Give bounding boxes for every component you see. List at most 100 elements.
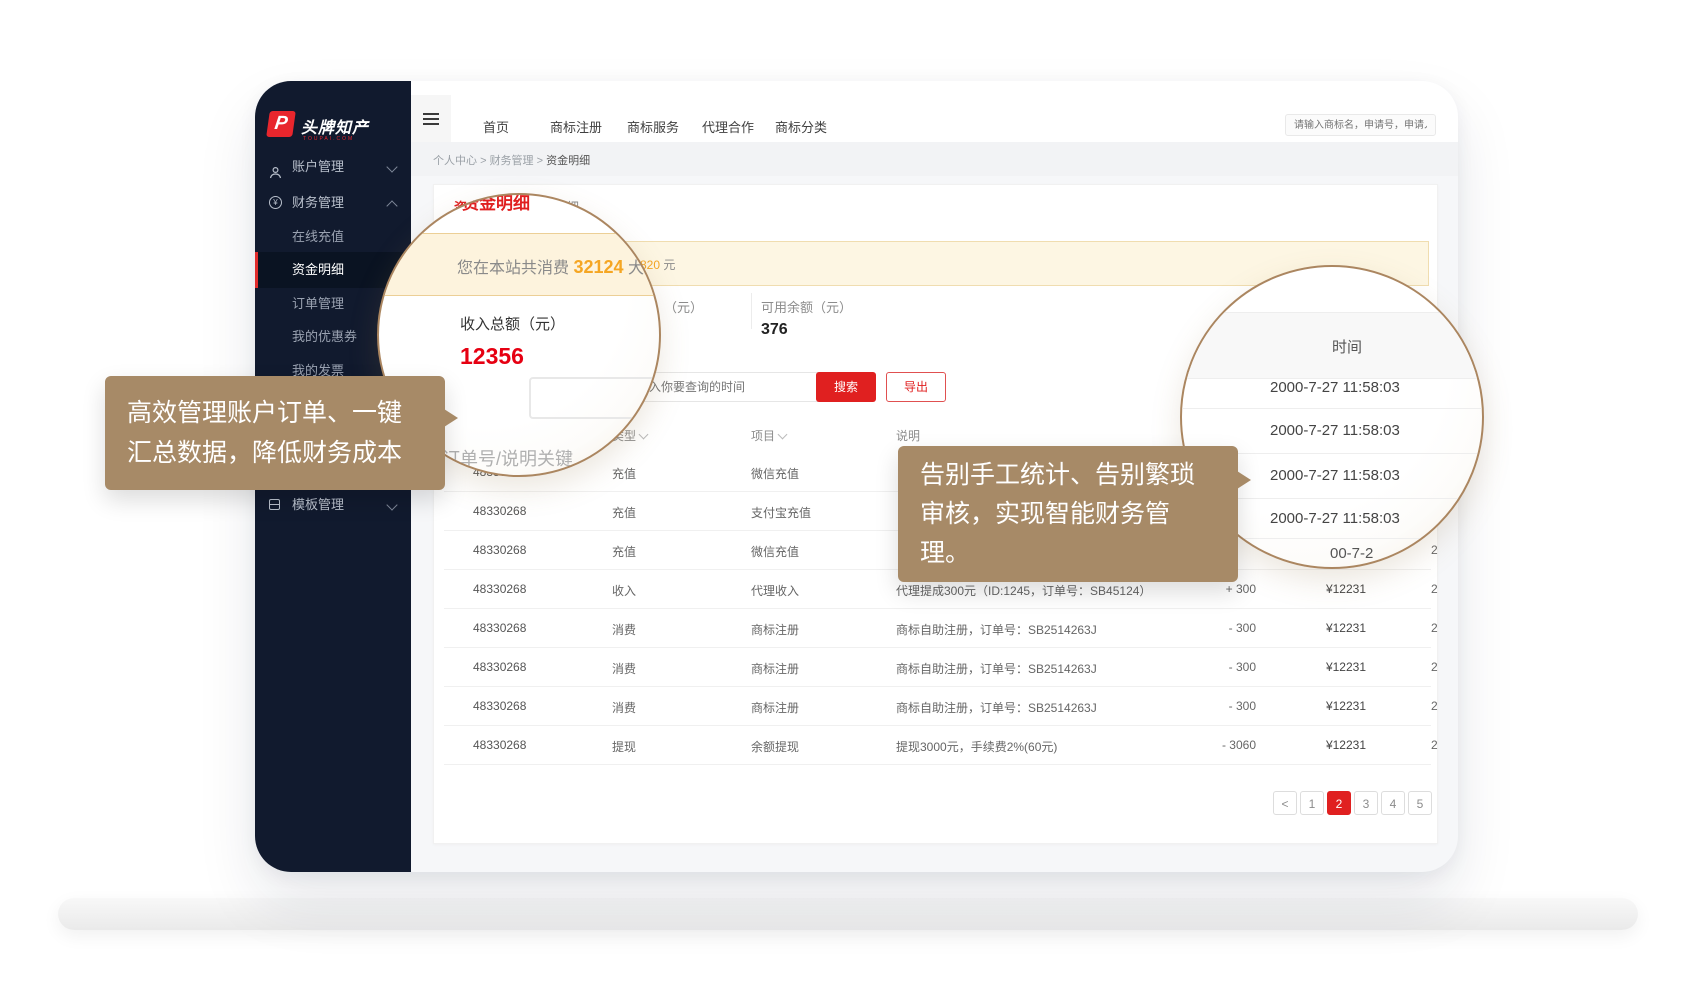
cell-time-cut: 2	[1431, 543, 1438, 557]
cell-order: 48330268	[473, 699, 526, 713]
nav-item-tm-register[interactable]: 商标注册	[550, 117, 602, 136]
breadcrumb-bar: 个人中心 > 财务管理 > 资金明细	[411, 142, 1458, 176]
column-header-desc: 说明	[896, 427, 920, 444]
cell-desc: 商标自助注册，订单号：SB2514263J	[896, 660, 1097, 677]
lens-row-divider	[1182, 408, 1482, 409]
lens-banner-band: 您在本站共消费 32124 大	[377, 233, 661, 296]
breadcrumb-current: 资金明细	[546, 155, 590, 167]
cell-order: 48330268	[473, 621, 526, 635]
sidebar-item-account[interactable]: 账户管理	[255, 152, 411, 182]
cell-balance: ¥12231	[1266, 621, 1366, 635]
callout-left: 高效管理账户订单、一键 汇总数据，降低财务成本	[105, 376, 445, 490]
cell-project: 微信充值	[751, 465, 799, 482]
lens-time-row: 2000-7-27 11:58:03	[1270, 510, 1400, 527]
trademark-search-input[interactable]	[1285, 114, 1436, 136]
cell-order: 48330268	[473, 660, 526, 674]
pagination-page-3[interactable]: 3	[1354, 791, 1378, 815]
callout-line: 汇总数据，降低财务成本	[127, 433, 423, 473]
lens-income-label: 收入总额（元）	[460, 313, 565, 334]
banner-tail-unit: 元	[663, 258, 675, 272]
nav-item-agent[interactable]: 代理合作	[702, 117, 754, 136]
cell-desc: 商标自助注册，订单号：SB2514263J	[896, 621, 1097, 638]
cell-order: 48330268	[473, 504, 526, 518]
lens-banner-amount: 32124	[573, 257, 623, 277]
cell-amount: - 300	[1156, 699, 1256, 713]
finance-yuan-icon: ¥	[269, 196, 282, 209]
callout-line: 理。	[920, 534, 1216, 573]
nav-item-tm-service[interactable]: 商标服务	[627, 117, 679, 136]
cell-balance: ¥12231	[1266, 582, 1366, 596]
cell-type: 提现	[612, 738, 636, 755]
cell-amount: - 3060	[1156, 738, 1256, 752]
table-row: 48330268 提现 余额提现 提现3000元，手续费2%(60元) - 30…	[444, 725, 1431, 765]
logo-text: 头牌知产	[301, 114, 369, 138]
lens-banner-edge-char: 大	[628, 260, 644, 277]
lens-time-row: 2000-7-27 11:58:03	[1270, 379, 1400, 396]
lens-time-header: 时间	[1332, 336, 1362, 357]
hamburger-menu-button[interactable]	[411, 95, 451, 142]
cell-balance: ¥12231	[1266, 738, 1366, 752]
sort-chevron-icon	[778, 430, 788, 440]
breadcrumb-finance[interactable]: 财务管理	[490, 155, 534, 167]
user-icon	[269, 160, 281, 172]
pagination-page-2-active[interactable]: 2	[1327, 791, 1351, 815]
chevron-down-icon	[386, 161, 397, 172]
breadcrumb-separator: >	[537, 155, 543, 167]
cell-amount: + 300	[1156, 582, 1256, 596]
sidebar-item-label: 我的优惠券	[292, 322, 357, 352]
callout-line: 告别手工统计、告别繁琐	[920, 456, 1216, 495]
cell-project: 余额提现	[751, 738, 799, 755]
lens-time-fragment: 00-7-2	[1330, 545, 1373, 562]
column-header-project[interactable]: 项目	[751, 427, 786, 444]
lens-income-value: 12356	[460, 343, 524, 370]
lens-tab-fragment: 资金明细	[462, 193, 530, 214]
callout-line: 审核，实现智能财务管	[920, 495, 1216, 534]
lens-banner-text: 您在本站共消费 32124 大	[457, 254, 644, 278]
cell-desc: 代理提成300元（ID:1245，订单号：SB45124）	[896, 582, 1151, 599]
cell-project: 商标注册	[751, 699, 799, 716]
cell-amount: - 300	[1156, 660, 1256, 674]
nav-item-tm-category[interactable]: 商标分类	[775, 117, 827, 136]
cell-type: 充值	[612, 504, 636, 521]
chevron-up-icon	[386, 200, 397, 211]
breadcrumb: 个人中心 > 财务管理 > 资金明细	[433, 152, 590, 168]
cell-desc: 提现3000元，手续费2%(60元)	[896, 738, 1057, 755]
sidebar-item-label: 订单管理	[292, 289, 344, 319]
cell-type: 消费	[612, 699, 636, 716]
cell-order: 48330268	[473, 738, 526, 752]
sidebar-item-label: 账户管理	[292, 152, 344, 182]
sidebar-item-label: 模板管理	[292, 490, 344, 520]
sort-chevron-icon	[639, 430, 649, 440]
callout-line: 高效管理账户订单、一键	[127, 393, 423, 433]
breadcrumb-personal-center[interactable]: 个人中心	[433, 155, 477, 167]
callout-right: 告别手工统计、告别繁琐 审核，实现智能财务管 理。	[898, 446, 1238, 582]
cell-type: 消费	[612, 621, 636, 638]
pagination-prev[interactable]: <	[1273, 791, 1297, 815]
template-grid-icon	[269, 499, 280, 510]
search-button[interactable]: 搜索	[816, 372, 876, 402]
sidebar-item-label: 资金明细	[292, 255, 344, 285]
pagination-page-5[interactable]: 5	[1408, 791, 1432, 815]
export-button[interactable]: 导出	[886, 372, 946, 402]
cell-balance: ¥12231	[1266, 660, 1366, 674]
sidebar-item-template[interactable]: 模板管理	[255, 490, 411, 520]
cell-order: 48330268	[473, 543, 526, 557]
table-row: 48330268 消费 商标注册 商标自助注册，订单号：SB2514263J -…	[444, 608, 1431, 648]
cell-balance: ¥12231	[1266, 699, 1366, 713]
pagination-page-4[interactable]: 4	[1381, 791, 1405, 815]
column-header-project-label: 项目	[751, 429, 775, 443]
table-row: 48330268 消费 商标注册 商标自助注册，订单号：SB2514263J -…	[444, 686, 1431, 726]
pagination-page-1[interactable]: 1	[1300, 791, 1324, 815]
cell-project: 商标注册	[751, 660, 799, 677]
lens-banner-prefix: 您在本站共消费	[457, 260, 569, 277]
cell-project: 微信充值	[751, 543, 799, 560]
breadcrumb-separator: >	[480, 155, 486, 167]
stat3-label: 可用余额（元）	[761, 297, 852, 316]
cell-time-cut: 2	[1431, 582, 1438, 596]
stat-divider	[751, 293, 752, 329]
nav-item-home[interactable]: 首页	[483, 117, 509, 136]
stat3-value: 376	[761, 321, 788, 339]
cell-project: 商标注册	[751, 621, 799, 638]
cell-order: 48330268	[473, 582, 526, 596]
sidebar-item-finance[interactable]: ¥ 财务管理	[255, 188, 411, 218]
